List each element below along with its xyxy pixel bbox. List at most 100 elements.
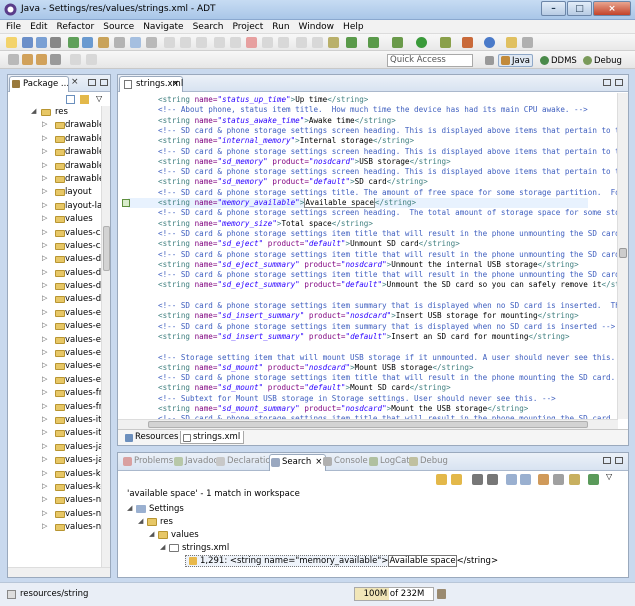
new-class-icon[interactable] <box>462 37 473 48</box>
expand-arrow-icon[interactable]: ▷ <box>42 268 47 276</box>
package-explorer-tab[interactable]: Package ... <box>9 76 69 92</box>
perspective-debug[interactable]: Debug <box>581 54 624 67</box>
vscroll-thumb[interactable] <box>619 248 627 258</box>
code-line[interactable]: <string name="sd_mount" product="nosdcar… <box>158 363 618 373</box>
code-comment-line[interactable]: <!-- Subtext for Mount USB storage in St… <box>158 394 618 404</box>
tree-item[interactable]: ▷ values-cs <box>8 227 110 240</box>
expand-arrow-icon[interactable]: ▷ <box>42 348 47 356</box>
code-line[interactable]: <string name="memory_available">Availabl… <box>128 198 588 209</box>
android-sdk-icon[interactable] <box>68 37 79 48</box>
minimize-view-icon[interactable] <box>88 79 96 86</box>
code-comment-line[interactable]: <!-- SD card & phone storage settings ti… <box>158 188 618 198</box>
tab-declaration[interactable]: Declaration <box>215 456 276 466</box>
tree-item[interactable]: ▷ values-ko <box>8 468 110 481</box>
menu-project[interactable]: Project <box>232 22 263 32</box>
code-comment-line[interactable]: <!-- SD card & phone storage settings sc… <box>158 126 618 136</box>
print-icon[interactable] <box>50 37 61 48</box>
expand-arrow-icon[interactable]: ▷ <box>42 294 47 302</box>
menu-help[interactable]: Help <box>343 22 364 32</box>
open-perspective-button[interactable] <box>483 54 498 67</box>
minimize-editor-icon[interactable] <box>603 79 611 86</box>
expand-arrow-icon[interactable]: ▷ <box>42 281 47 289</box>
code-comment-line[interactable]: <!-- SD card & phone storage settings it… <box>158 301 618 311</box>
search-result-marker-icon[interactable] <box>122 199 130 207</box>
expand-arrow-icon[interactable]: ▷ <box>42 228 47 236</box>
search-icon[interactable] <box>522 37 533 48</box>
code-line[interactable]: <string name="status_awake_time">Awake t… <box>158 116 618 126</box>
toggle-icon-1[interactable] <box>164 37 175 48</box>
tab-search[interactable]: Search × <box>269 454 327 471</box>
toggle-icon-2[interactable] <box>180 37 191 48</box>
tree-item[interactable]: ▷ values-nb <box>8 508 110 521</box>
tree-item[interactable]: ▷ values-fr <box>8 387 110 400</box>
expand-arrow-icon[interactable]: ▷ <box>42 388 47 396</box>
close-tab-icon[interactable]: × <box>71 77 79 87</box>
expand-arrow-icon[interactable]: ▷ <box>42 522 47 530</box>
toggle-icon-3[interactable] <box>196 37 207 48</box>
tree-item[interactable]: ▷ layout <box>8 186 110 199</box>
menu-run[interactable]: Run <box>272 22 289 32</box>
open-task-icon[interactable] <box>368 37 379 48</box>
expand-arrow-icon[interactable]: ▷ <box>42 415 47 423</box>
next-annotation-icon[interactable] <box>22 54 33 65</box>
run-search-again-icon[interactable] <box>538 474 549 485</box>
close-window-button[interactable]: × <box>593 1 631 16</box>
code-line[interactable]: <string name="sd_eject" product="default… <box>158 239 618 249</box>
run-icon[interactable] <box>416 37 427 48</box>
tree-item[interactable]: ▷ values-nb <box>8 494 110 507</box>
cancel-search-icon[interactable] <box>553 474 564 485</box>
forward-icon[interactable] <box>86 54 97 65</box>
new-xml-icon[interactable] <box>146 37 157 48</box>
step-icon-6[interactable] <box>312 37 323 48</box>
package-explorer-hscrollbar[interactable] <box>8 567 110 577</box>
code-line[interactable]: <string name="sd_memory" product="nosdca… <box>158 157 618 167</box>
editor-vscrollbar[interactable] <box>617 93 628 419</box>
tree-item[interactable]: ▷ values-da <box>8 253 110 266</box>
tree-item[interactable]: ▷ values-es- <box>8 360 110 373</box>
quick-access-input[interactable]: Quick Access <box>387 54 473 67</box>
expand-arrow-icon[interactable]: ▷ <box>42 120 47 128</box>
package-explorer-vscrollbar[interactable] <box>101 106 110 567</box>
external-tools-icon[interactable] <box>440 37 451 48</box>
tree-item[interactable]: ▷ values-el <box>8 307 110 320</box>
menu-navigate[interactable]: Navigate <box>143 22 183 32</box>
code-comment-line[interactable]: <!-- Storage setting item that will moun… <box>158 353 618 363</box>
expand-arrow-icon[interactable]: ▷ <box>42 308 47 316</box>
expand-arrow-icon[interactable]: ▷ <box>42 254 47 262</box>
new-package-icon[interactable] <box>484 37 495 48</box>
menu-refactor[interactable]: Refactor <box>57 22 95 32</box>
maximize-view-icon[interactable] <box>100 79 108 86</box>
pin-search-icon[interactable] <box>588 474 599 485</box>
search-match-line[interactable]: 1,291: <string name="memory_available">A… <box>185 555 498 567</box>
minimize-button[interactable]: – <box>541 1 566 16</box>
tree-item[interactable]: ▷ values-ja- <box>8 454 110 467</box>
tree-item[interactable]: ▷ values <box>8 213 110 226</box>
remove-all-matches-icon[interactable] <box>487 474 498 485</box>
tree-item[interactable]: ▷ values-cs- <box>8 240 110 253</box>
lint-icon[interactable] <box>98 37 109 48</box>
open-type-icon[interactable] <box>506 37 517 48</box>
step-icon-3[interactable] <box>262 37 273 48</box>
minimize-view-icon[interactable] <box>603 457 611 464</box>
tab-resources[interactable]: Resources <box>123 431 181 444</box>
save-all-icon[interactable] <box>36 37 47 48</box>
code-comment-line[interactable]: <!-- SD card & phone storage settings sc… <box>158 208 618 218</box>
code-line[interactable]: <string name="sd_mount_summary" product=… <box>158 404 618 414</box>
expand-arrow-icon[interactable]: ▷ <box>42 214 47 222</box>
expand-arrow-icon[interactable]: ▷ <box>42 147 47 155</box>
back-icon[interactable] <box>70 54 81 65</box>
editor-tab-strings-xml[interactable]: strings.xml × <box>119 76 183 92</box>
expand-arrow-icon[interactable]: ▷ <box>42 495 47 503</box>
tree-item[interactable]: ▷ values-es <box>8 347 110 360</box>
expand-arrow-icon[interactable]: ▷ <box>42 201 47 209</box>
maximize-button[interactable]: □ <box>567 1 592 16</box>
expand-arrow-icon[interactable]: ◢ <box>138 517 143 525</box>
expand-arrow-icon[interactable]: ▷ <box>42 428 47 436</box>
tree-item-res[interactable]: ◢ res <box>8 106 110 119</box>
new-android-project-icon[interactable] <box>130 37 141 48</box>
code-line[interactable] <box>158 291 618 301</box>
code-line[interactable]: <string name="sd_mount" product="default… <box>158 383 618 393</box>
expand-arrow-icon[interactable]: ▷ <box>42 187 47 195</box>
tab-javadoc[interactable]: Javadoc <box>173 456 218 466</box>
annotation-icon[interactable] <box>8 54 19 65</box>
